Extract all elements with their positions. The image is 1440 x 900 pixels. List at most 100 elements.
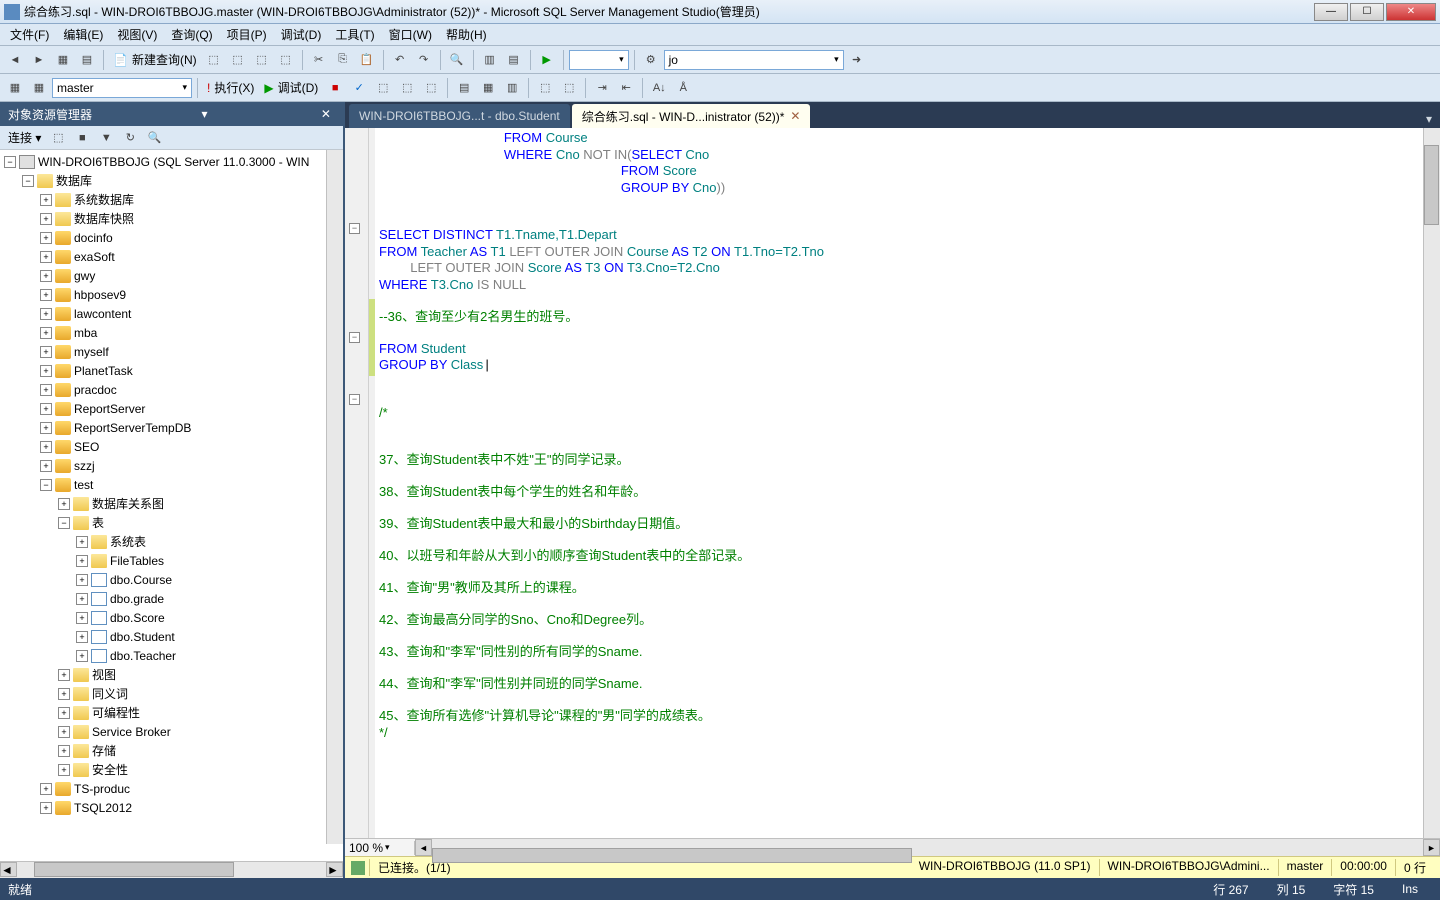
menu-window[interactable]: 窗口(W) — [383, 24, 438, 45]
stop-icon[interactable]: ■ — [324, 77, 346, 99]
tree-db-mba[interactable]: +mba — [0, 323, 343, 342]
tree-db-myself[interactable]: +myself — [0, 342, 343, 361]
use-db-icon[interactable]: ▦ — [4, 77, 26, 99]
results-file-icon[interactable]: ▥ — [501, 77, 523, 99]
filter-icon[interactable]: ▼ — [95, 127, 117, 149]
comment-icon[interactable]: ⬚ — [534, 77, 556, 99]
solution-icon[interactable]: ▥ — [479, 49, 501, 71]
menu-help[interactable]: 帮助(H) — [440, 24, 493, 45]
connect-button[interactable]: 连接 ▾ — [4, 129, 45, 146]
tree-scrollbar-v[interactable] — [326, 150, 343, 844]
tree-db-szzj[interactable]: +szzj — [0, 456, 343, 475]
tree-table-dbo-grade[interactable]: +dbo.grade — [0, 589, 343, 608]
tree-systables[interactable]: +系统表 — [0, 532, 343, 551]
tree-table-dbo-Teacher[interactable]: +dbo.Teacher — [0, 646, 343, 665]
open-icon[interactable]: ▤ — [76, 49, 98, 71]
paste-icon[interactable]: 📋 — [356, 49, 378, 71]
outdent-icon[interactable]: ⇤ — [615, 77, 637, 99]
tree-db-ReportServerTempDB[interactable]: +ReportServerTempDB — [0, 418, 343, 437]
zoom-combo[interactable]: 100 %▾ — [345, 841, 415, 855]
tree-db-SEO[interactable]: +SEO — [0, 437, 343, 456]
config-combo[interactable]: ▾ — [569, 50, 629, 70]
tree-scrollbar-h[interactable]: ◄► — [0, 861, 343, 878]
menu-query[interactable]: 查询(Q) — [165, 24, 218, 45]
refresh-icon[interactable]: ↻ — [119, 127, 141, 149]
results-grid-icon[interactable]: ▦ — [477, 77, 499, 99]
cut-icon[interactable]: ✂ — [308, 49, 330, 71]
tree-sysdb[interactable]: +系统数据库 — [0, 190, 343, 209]
menu-tool[interactable]: 工具(T) — [329, 24, 380, 45]
tabs-dropdown-icon[interactable]: ▾ — [1422, 110, 1436, 128]
tree-diagram[interactable]: +数据库关系图 — [0, 494, 343, 513]
tree-db-hbposev9[interactable]: +hbposev9 — [0, 285, 343, 304]
plan-icon[interactable]: ⬚ — [372, 77, 394, 99]
editor-scrollbar-v[interactable] — [1423, 128, 1440, 838]
tab-sql[interactable]: 综合练习.sql - WIN-D...inistrator (52))*✕ — [572, 104, 811, 128]
indent-icon[interactable]: ⇥ — [591, 77, 613, 99]
tree-db-exaSoft[interactable]: +exaSoft — [0, 247, 343, 266]
search-combo[interactable]: jo▾ — [664, 50, 844, 70]
tree-db-TS-produc[interactable]: +TS-produc — [0, 779, 343, 798]
close-button[interactable]: ✕ — [1386, 3, 1436, 21]
tree-db-docinfo[interactable]: +docinfo — [0, 228, 343, 247]
tree-server[interactable]: −WIN-DROI6TBBOJG (SQL Server 11.0.3000 -… — [0, 152, 343, 171]
menu-project[interactable]: 项目(P) — [221, 24, 273, 45]
close-panel-icon[interactable]: ✕ — [317, 107, 335, 121]
tree-db-lawcontent[interactable]: +lawcontent — [0, 304, 343, 323]
execute-button[interactable]: !执行(X) — [203, 79, 258, 96]
new-query-button[interactable]: 📄新建查询(N) — [109, 51, 201, 68]
maximize-button[interactable]: ☐ — [1350, 3, 1384, 21]
tree-storage[interactable]: +存储 — [0, 741, 343, 760]
menu-file[interactable]: 文件(F) — [4, 24, 55, 45]
menu-debug[interactable]: 调试(D) — [275, 24, 328, 45]
tree-synonyms[interactable]: +同义词 — [0, 684, 343, 703]
properties-icon[interactable]: ▤ — [503, 49, 525, 71]
copy-icon[interactable]: ⎘ — [332, 49, 354, 71]
debug-button[interactable]: ▶调试(D) — [260, 79, 322, 96]
database-combo[interactable]: master▾ — [52, 78, 192, 98]
menu-edit[interactable]: 编辑(E) — [57, 24, 109, 45]
pin-icon[interactable]: ▾ — [197, 107, 211, 121]
stop-icon[interactable]: ■ — [71, 127, 93, 149]
tree-db-TSQL2012[interactable]: +TSQL2012 — [0, 798, 343, 817]
tree-db-PlanetTask[interactable]: +PlanetTask — [0, 361, 343, 380]
new-project-icon[interactable]: ▦ — [52, 49, 74, 71]
code-editor[interactable]: −−− FROM Course WHERE Cno NOT IN(SELECT … — [345, 128, 1440, 838]
object-tree[interactable]: −WIN-DROI6TBBOJG (SQL Server 11.0.3000 -… — [0, 150, 343, 861]
disconnect-icon[interactable]: ⬚ — [47, 127, 69, 149]
tree-snapshot[interactable]: +数据库快照 — [0, 209, 343, 228]
parse-icon[interactable]: ✓ — [348, 77, 370, 99]
tree-db-ReportServer[interactable]: +ReportServer — [0, 399, 343, 418]
tree-tables[interactable]: −表 — [0, 513, 343, 532]
forward-icon[interactable]: ► — [28, 49, 50, 71]
options1-icon[interactable]: ⬚ — [396, 77, 418, 99]
tb-icon-4[interactable]: ⬚ — [275, 49, 297, 71]
tree-views[interactable]: +视图 — [0, 665, 343, 684]
tree-db-pracdoc[interactable]: +pracdoc — [0, 380, 343, 399]
undo-icon[interactable]: ↶ — [389, 49, 411, 71]
tree-security[interactable]: +安全性 — [0, 760, 343, 779]
activity-icon[interactable]: ⚙ — [640, 49, 662, 71]
tb-icon-2[interactable]: ⬚ — [227, 49, 249, 71]
tree-db-test[interactable]: −test — [0, 475, 343, 494]
specify-values-icon[interactable]: A↓ — [648, 77, 670, 99]
change-conn-icon[interactable]: ▦ — [28, 77, 50, 99]
redo-icon[interactable]: ↷ — [413, 49, 435, 71]
tab-student[interactable]: WIN-DROI6TBBOJG...t - dbo.Student — [349, 104, 570, 128]
tree-table-dbo-Course[interactable]: +dbo.Course — [0, 570, 343, 589]
tree-databases[interactable]: −数据库 — [0, 171, 343, 190]
tree-prog[interactable]: +可编程性 — [0, 703, 343, 722]
tab-close-icon[interactable]: ✕ — [790, 109, 800, 123]
tb-icon-1[interactable]: ⬚ — [203, 49, 225, 71]
tb-icon-3[interactable]: ⬚ — [251, 49, 273, 71]
search-tree-icon[interactable]: 🔍 — [143, 127, 165, 149]
minimize-button[interactable]: — — [1314, 3, 1348, 21]
back-icon[interactable]: ◄ — [4, 49, 26, 71]
template-icon[interactable]: Å — [672, 77, 694, 99]
go-icon[interactable]: ➜ — [846, 49, 868, 71]
results-text-icon[interactable]: ▤ — [453, 77, 475, 99]
menu-view[interactable]: 视图(V) — [111, 24, 163, 45]
tree-table-dbo-Score[interactable]: +dbo.Score — [0, 608, 343, 627]
tree-table-dbo-Student[interactable]: +dbo.Student — [0, 627, 343, 646]
options2-icon[interactable]: ⬚ — [420, 77, 442, 99]
